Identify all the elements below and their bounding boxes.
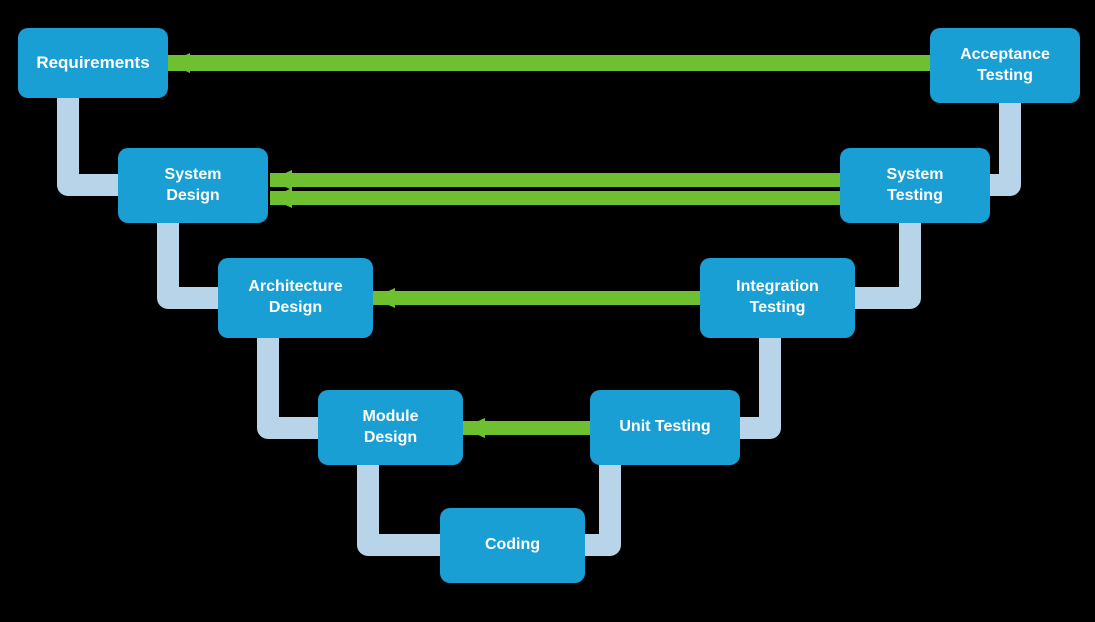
- requirements-box: Requirements: [18, 28, 168, 98]
- unit-testing-box: Unit Testing: [590, 390, 740, 465]
- coding-box: Coding: [440, 508, 585, 583]
- acceptance-testing-box: AcceptanceTesting: [930, 28, 1080, 103]
- architecture-design-box: ArchitectureDesign: [218, 258, 373, 338]
- module-design-box: ModuleDesign: [318, 390, 463, 465]
- system-testing-box: SystemTesting: [840, 148, 990, 223]
- vmodel-diagram: Requirements SystemDesign ArchitectureDe…: [0, 0, 1095, 622]
- integration-testing-box: IntegrationTesting: [700, 258, 855, 338]
- system-design-box: SystemDesign: [118, 148, 268, 223]
